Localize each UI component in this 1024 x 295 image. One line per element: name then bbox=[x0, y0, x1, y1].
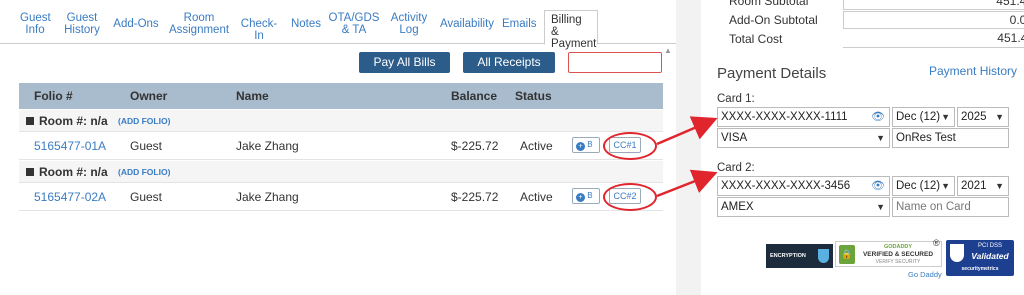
arrow-to-card-1 bbox=[656, 116, 718, 146]
annotation-arrows bbox=[656, 116, 718, 198]
arrow-to-card-2 bbox=[656, 169, 718, 198]
